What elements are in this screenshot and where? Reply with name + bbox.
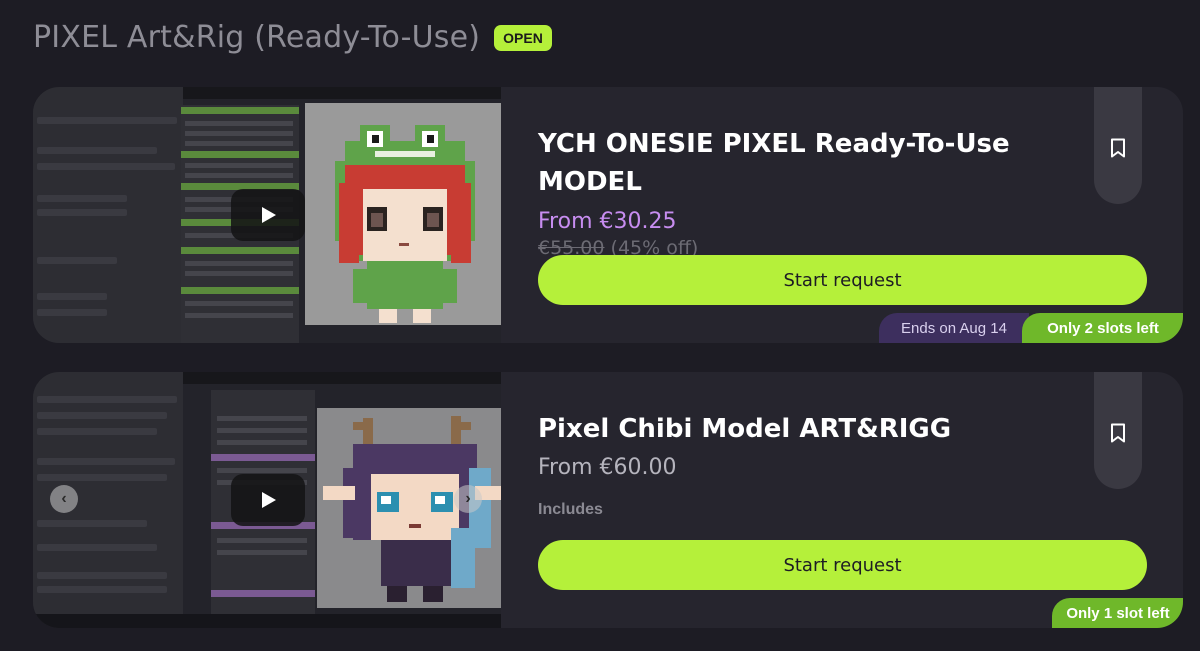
pixel-frog-character-image (335, 125, 475, 323)
slots-left-tag: Only 1 slot left (1052, 598, 1183, 628)
bookmark-button[interactable] (1094, 87, 1142, 204)
play-icon (262, 492, 276, 508)
includes-label: Includes (538, 501, 603, 518)
section-header: PIXEL Art&Rig (Ready-To-Use) OPEN (33, 20, 552, 55)
start-request-button[interactable]: Start request (538, 255, 1147, 305)
offer-media[interactable] (33, 87, 501, 343)
offer-info: YCH ONESIE PIXEL Ready-To-Use MODEL From… (538, 87, 1183, 343)
offer-media[interactable]: ‹ › (33, 372, 501, 628)
carousel-prev-button[interactable]: ‹ (50, 485, 78, 513)
original-price-value: €55.00 (538, 237, 605, 255)
play-icon (262, 207, 276, 223)
carousel-next-button[interactable]: › (454, 485, 482, 513)
offer-price: From €60.00 (538, 455, 677, 480)
bookmark-icon (1111, 138, 1125, 158)
play-video-button[interactable] (231, 474, 305, 526)
bookmark-button[interactable] (1094, 372, 1142, 489)
screenshot-taskbar (33, 614, 501, 628)
offer-card[interactable]: ‹ › Pixel Chibi Model ART&RIGG From €60.… (33, 372, 1183, 628)
ends-date-tag: Ends on Aug 14 (879, 313, 1029, 343)
offer-info: Pixel Chibi Model ART&RIGG From €60.00 I… (538, 372, 1183, 628)
section-title: PIXEL Art&Rig (Ready-To-Use) (33, 20, 481, 55)
offer-price: From €30.25 (538, 209, 677, 234)
offer-title[interactable]: YCH ONESIE PIXEL Ready-To-Use MODEL (538, 125, 1018, 201)
discount-label: (45% off) (610, 237, 699, 255)
character-preview (305, 103, 501, 325)
status-badge: OPEN (494, 24, 552, 51)
screenshot-left-panel (33, 87, 183, 343)
chevron-left-icon: ‹ (61, 490, 67, 507)
bookmark-icon (1111, 423, 1125, 443)
slots-left-tag: Only 2 slots left (1022, 313, 1183, 343)
chevron-right-icon: › (465, 490, 471, 507)
start-request-button[interactable]: Start request (538, 540, 1147, 590)
offer-title[interactable]: Pixel Chibi Model ART&RIGG (538, 410, 1018, 448)
offer-card[interactable]: YCH ONESIE PIXEL Ready-To-Use MODEL From… (33, 87, 1183, 343)
original-price: €55.00 (45% off) (538, 237, 698, 255)
play-video-button[interactable] (231, 189, 305, 241)
